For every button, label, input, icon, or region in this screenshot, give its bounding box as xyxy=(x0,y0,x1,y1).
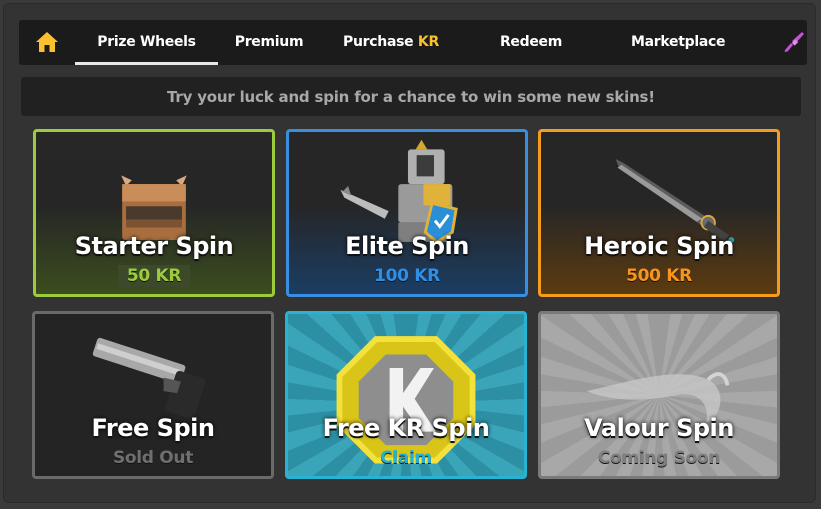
card-title: Valour Spin xyxy=(584,414,734,442)
tab-prize-wheels[interactable]: Prize Wheels xyxy=(75,20,218,65)
paint-brush-icon[interactable] xyxy=(782,30,806,54)
free-spin-card[interactable]: Free Spin Sold Out xyxy=(32,311,274,479)
card-status: Coming Soon xyxy=(597,448,721,468)
valour-spin-card[interactable]: Valour Spin Coming Soon xyxy=(538,311,780,479)
card-price: 500 KR xyxy=(626,266,692,286)
card-title: Elite Spin xyxy=(345,232,469,260)
card-title: Free Spin xyxy=(91,414,215,442)
card-status: Sold Out xyxy=(112,448,194,468)
banner-text: Try your luck and spin for a chance to w… xyxy=(21,77,801,116)
card-title: Free KR Spin xyxy=(322,414,490,442)
card-title: Starter Spin xyxy=(74,232,234,260)
card-price: 100 KR xyxy=(374,266,440,286)
kr-label: KR xyxy=(417,34,439,50)
starter-spin-card[interactable]: Starter Spin 50 KR xyxy=(33,129,275,297)
free-kr-spin-card[interactable]: Free KR Spin Claim xyxy=(285,311,527,479)
card-title: Heroic Spin xyxy=(584,232,734,260)
heroic-spin-card[interactable]: Heroic Spin 500 KR xyxy=(538,129,780,297)
price-text: 50 KR xyxy=(117,265,191,287)
home-icon[interactable] xyxy=(35,31,59,53)
tab-premium[interactable]: Premium xyxy=(233,20,305,65)
tab-purchase-label: Purchase xyxy=(343,34,418,50)
elite-spin-card[interactable]: Elite Spin 100 KR xyxy=(286,129,528,297)
card-price: 50 KR xyxy=(36,265,272,287)
top-nav: Prize Wheels Premium Purchase KR Redeem … xyxy=(19,20,807,94)
claim-button[interactable]: Claim xyxy=(288,448,524,468)
tab-purchase-kr[interactable]: Purchase KR xyxy=(343,20,439,65)
tab-marketplace[interactable]: Marketplace xyxy=(631,20,725,65)
tab-redeem-keys[interactable]: Redeem Keys xyxy=(485,20,577,94)
